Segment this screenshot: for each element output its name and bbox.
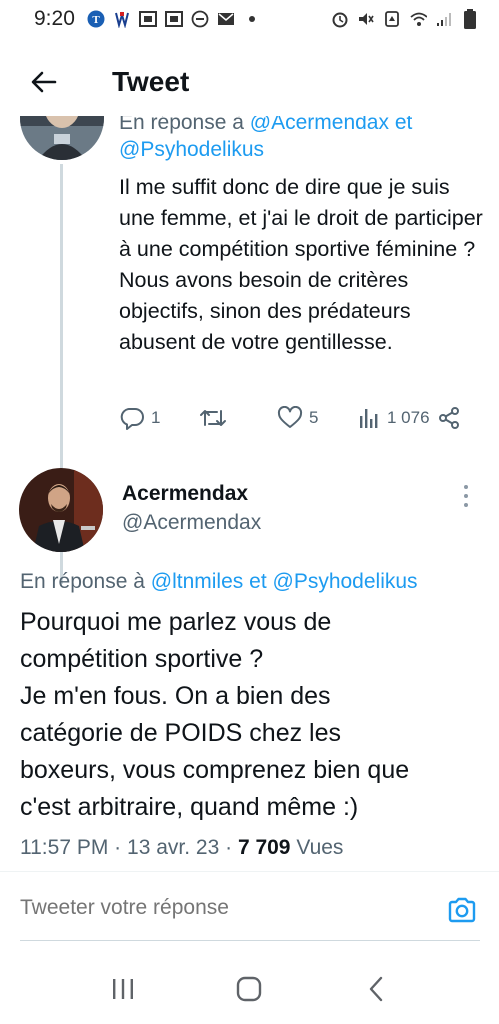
wifi-icon [409, 10, 427, 28]
status-right-icons [331, 9, 479, 29]
recycle-icon [383, 10, 401, 28]
analytics-icon [360, 409, 378, 428]
avatar[interactable] [19, 468, 103, 552]
divider [0, 871, 499, 872]
dnd-icon [191, 10, 209, 28]
author-name[interactable]: Acermendax [122, 482, 248, 506]
retweet-button[interactable] [199, 405, 233, 431]
status-left-icons: T [87, 10, 261, 28]
views-label: Vues [296, 836, 344, 859]
news-icon [113, 10, 131, 28]
reply-composer [0, 880, 499, 942]
gallery-icon [164, 10, 183, 28]
camera-icon [448, 897, 476, 923]
home-button[interactable] [219, 964, 279, 1014]
system-nav-bar [0, 954, 499, 1024]
compose-underline [20, 940, 480, 941]
battery-icon [461, 9, 479, 29]
mail-icon [217, 10, 235, 28]
arrow-left-icon [31, 71, 57, 93]
tweet-text-line: catégorie de POIDS chez les [20, 719, 341, 747]
tweet-text-line: Pourquoi me parlez vous de [20, 608, 332, 636]
signal-icon [435, 10, 453, 28]
alarm-icon [331, 10, 349, 28]
views-button[interactable]: 1 076 [357, 406, 430, 430]
reply-button[interactable]: 1 [119, 405, 160, 431]
tweet-thread[interactable]: En réponse à @Acermendax et @Psyhodeliku… [0, 116, 499, 872]
back-button[interactable] [20, 58, 68, 106]
mention-conjunction: et [249, 570, 267, 593]
tweet-text-line: Je m'en fous. On a bien des [20, 682, 331, 710]
page-title: Tweet [112, 66, 190, 97]
reply-prefix: En réponse à [20, 570, 145, 593]
camera-button[interactable] [446, 894, 478, 926]
meta-separator: · [114, 836, 122, 859]
reply-count: 1 [151, 408, 161, 427]
tweet-text: Il me suffit donc de dire que je suis un… [119, 175, 483, 354]
reply-prefix: En réponse à [119, 116, 244, 134]
tweet-time: 11:57 PM [20, 836, 109, 859]
tweet-actions: 1 5 1 076 [119, 400, 479, 436]
tweet-date: 13 avr. 23 [127, 836, 220, 859]
mute-icon [357, 10, 375, 28]
mention-link[interactable]: @ltnmiles [151, 570, 244, 593]
status-time: 9:20 [34, 7, 75, 30]
tweet-text-line: compétition sportive ? [20, 645, 264, 673]
views-count: 1 076 [387, 408, 430, 427]
reply-to-line: En réponse à @Acermendax et [119, 116, 412, 136]
more-dot [464, 485, 468, 489]
share-icon [439, 407, 459, 429]
like-button[interactable]: 5 [277, 406, 318, 430]
chevron-left-icon [369, 976, 383, 1002]
more-options-button[interactable] [455, 482, 477, 510]
views-count[interactable]: 7 709 [238, 836, 291, 859]
author-handle[interactable]: @Acermendax [122, 511, 261, 535]
reply-icon [120, 408, 144, 430]
more-dot [464, 503, 468, 507]
share-button[interactable] [437, 406, 461, 430]
meta-separator: · [225, 836, 233, 859]
header: Tweet [0, 52, 499, 112]
reply-to-line: En réponse à @ltnmiles et @Psyhodelikus [20, 570, 418, 594]
recents-icon [113, 979, 134, 999]
photo-icon [138, 10, 157, 28]
tweet-text-line: boxeurs, vous comprenez bien que [20, 756, 410, 784]
system-back-button[interactable] [346, 964, 406, 1014]
like-count: 5 [309, 408, 319, 427]
nyt-icon: T [87, 10, 105, 28]
mention-link[interactable]: @Psyhodelikus [119, 138, 264, 162]
heart-icon [277, 406, 303, 428]
retweet-icon [200, 410, 226, 426]
mention-link[interactable]: @Acermendax et [250, 116, 413, 134]
status-bar: 9:20 T [0, 0, 499, 38]
home-icon [237, 976, 262, 1002]
mention-link[interactable]: @Psyhodelikus [273, 570, 418, 593]
tweet-meta: 11:57 PM · 13 avr. 23 · 7 709 Vues [20, 836, 343, 860]
more-dot [464, 494, 468, 498]
svg-text:T: T [92, 14, 100, 26]
reply-input[interactable] [20, 896, 420, 920]
avatar[interactable] [20, 116, 104, 160]
tweet-text-line: c'est arbitraire, quand même :) [20, 793, 359, 821]
dot-icon [243, 10, 261, 28]
tweet-text: Pourquoi me parlez vous de compétition s… [20, 604, 485, 826]
recents-button[interactable] [93, 964, 153, 1014]
